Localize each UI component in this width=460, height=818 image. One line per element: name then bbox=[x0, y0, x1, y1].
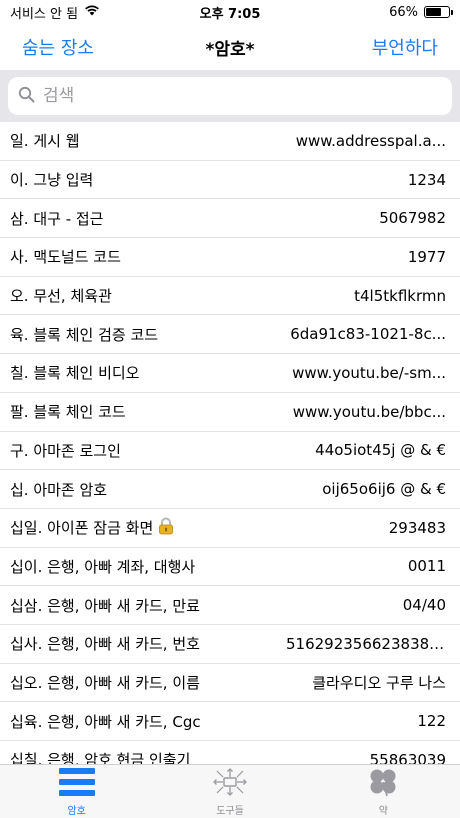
hiding-place-button[interactable]: 숨는 장소 bbox=[22, 34, 94, 60]
item-label: 팔. 블록 체인 코드 bbox=[10, 401, 126, 422]
item-label: 칠. 블록 체인 비디오 bbox=[10, 362, 139, 383]
item-value: www.addresspal.a... bbox=[295, 131, 446, 150]
item-label-text: 칠. 블록 체인 비디오 bbox=[10, 364, 140, 383]
item-label: 구. 아마존 로그인 bbox=[10, 440, 121, 461]
item-label: 십삼. 은행, 아빠 새 카드, 만료 bbox=[10, 595, 200, 616]
list-item[interactable]: 십. 아마존 암호 oij65o6ij6 @ & € bbox=[0, 470, 460, 509]
status-bar: 서비스 안 됨 오후 7:05 66% bbox=[0, 0, 460, 24]
tools-icon bbox=[211, 767, 249, 800]
tab-tools-label: 도구들 bbox=[216, 805, 244, 817]
search-box[interactable] bbox=[8, 77, 452, 115]
search-input[interactable] bbox=[43, 86, 442, 106]
item-label: 십사. 은행, 아빠 새 카드, 번호 bbox=[10, 633, 200, 654]
item-label: 십칠. 은행, 암호 현금 인출기 bbox=[10, 749, 190, 764]
item-value: 04/40 bbox=[402, 596, 446, 615]
item-value: 0011 bbox=[407, 557, 446, 576]
item-value: 6da91c83-1021-8c... bbox=[290, 325, 446, 344]
item-label-text: 삼. 대구 - 접근 bbox=[10, 209, 104, 228]
list-item[interactable]: 십이. 은행, 아빠 계좌, 대행사 0011 bbox=[0, 548, 460, 587]
status-right: 66% bbox=[389, 4, 453, 20]
item-value: 5162923566238382... bbox=[286, 634, 446, 653]
item-label-text: 오. 무선, 체육관 bbox=[10, 287, 112, 306]
search-bar bbox=[0, 70, 460, 122]
list-item[interactable]: 육. 블록 체인 검증 코드 6da91c83-1021-8c... bbox=[0, 315, 460, 355]
status-left: 서비스 안 됨 bbox=[10, 3, 100, 22]
item-label-text: 구. 아마존 로그인 bbox=[10, 441, 121, 460]
item-label-text: 십육. 은행, 아빠 새 카드, Cgc bbox=[10, 712, 201, 731]
carrier-label: 서비스 안 됨 bbox=[10, 6, 79, 22]
battery-icon bbox=[424, 6, 453, 18]
item-value: www.youtu.be/-sm... bbox=[292, 363, 446, 382]
list-item[interactable]: 십육. 은행, 아빠 새 카드, Cgc 122 bbox=[0, 702, 460, 741]
tab-bar: 암호 도구들 약 bbox=[0, 764, 460, 818]
item-value: oij65o6ij6 @ & € bbox=[322, 480, 446, 499]
item-label-text: 육. 블록 체인 검증 코드 bbox=[10, 325, 159, 344]
item-value: t4l5tkflkrmn bbox=[354, 286, 446, 305]
list-item[interactable]: 십삼. 은행, 아빠 새 카드, 만료 04/40 bbox=[0, 586, 460, 625]
item-label-text: 십일. 아이폰 잠금 화면 bbox=[10, 518, 154, 537]
item-value: 122 bbox=[417, 712, 446, 731]
tab-luck[interactable]: 약 bbox=[307, 765, 460, 818]
list-item[interactable]: 삼. 대구 - 접근 5067982 bbox=[0, 199, 460, 239]
item-label-text: 십삼. 은행, 아빠 새 카드, 만료 bbox=[10, 596, 200, 615]
item-label-text: 십이. 은행, 아빠 계좌, 대행사 bbox=[10, 557, 196, 576]
item-label: 육. 블록 체인 검증 코드 bbox=[10, 324, 158, 345]
item-label-text: 십칠. 은행, 암호 현금 인출기 bbox=[10, 751, 191, 764]
tab-passwords[interactable]: 암호 bbox=[0, 765, 153, 818]
list-item[interactable]: 팔. 블록 체인 코드 www.youtu.be/bbc... bbox=[0, 393, 460, 432]
item-label-text: 십사. 은행, 아빠 새 카드, 번호 bbox=[10, 635, 200, 654]
item-label: 삼. 대구 - 접근 bbox=[10, 208, 104, 229]
tab-passwords-label: 암호 bbox=[67, 805, 86, 817]
item-label: 십이. 은행, 아빠 계좌, 대행사 bbox=[10, 556, 195, 577]
item-value: 클라우디오 구루 나스 bbox=[312, 673, 446, 692]
item-label: 십육. 은행, 아빠 새 카드, Cgc bbox=[10, 711, 201, 732]
list-item[interactable]: 구. 아마존 로그인 44o5iot45j @ & € bbox=[0, 432, 460, 471]
item-value: 44o5iot45j @ & € bbox=[315, 441, 446, 460]
navigation-bar: 숨는 장소 *암호* 부언하다 bbox=[0, 24, 460, 70]
list-item[interactable]: 십칠. 은행, 암호 현금 인출기 55863039 bbox=[0, 741, 460, 764]
item-value: 5067982 bbox=[379, 209, 446, 228]
battery-fill bbox=[426, 8, 441, 16]
list-item[interactable]: 십사. 은행, 아빠 새 카드, 번호 5162923566238382... bbox=[0, 625, 460, 664]
item-label-text: 십오. 은행, 아빠 새 카드, 이름 bbox=[10, 673, 200, 692]
item-label: 십일. 아이폰 잠금 화면 bbox=[10, 517, 175, 539]
tab-luck-label: 약 bbox=[378, 805, 388, 817]
item-label-text: 사. 맥도널드 코드 bbox=[10, 248, 121, 267]
list-item[interactable]: 이. 그냥 입력 1234 bbox=[0, 161, 460, 200]
clover-icon bbox=[364, 767, 402, 800]
list-item[interactable]: 칠. 블록 체인 비디오 www.youtu.be/-sm... bbox=[0, 354, 460, 393]
list-item[interactable]: 일. 게시 웹 www.addresspal.a... bbox=[0, 122, 460, 161]
lock-icon bbox=[157, 517, 175, 539]
item-label: 사. 맥도널드 코드 bbox=[10, 246, 121, 267]
password-list: 일. 게시 웹 www.addresspal.a... 이. 그냥 입력 1234 삼.… bbox=[0, 122, 460, 764]
item-label-text: 팔. 블록 체인 코드 bbox=[10, 403, 126, 422]
item-label-text: 십. 아마존 암호 bbox=[10, 480, 108, 499]
list-icon bbox=[58, 767, 96, 800]
item-label: 십오. 은행, 아빠 새 카드, 이름 bbox=[10, 672, 200, 693]
item-label: 일. 게시 웹 bbox=[10, 130, 80, 151]
item-value: 55863039 bbox=[369, 750, 446, 764]
item-label: 오. 무선, 체육관 bbox=[10, 285, 112, 306]
item-label-text: 일. 게시 웹 bbox=[10, 132, 80, 151]
item-value: www.youtu.be/bbc... bbox=[292, 402, 446, 421]
wifi-icon bbox=[84, 4, 100, 20]
item-value: 1234 bbox=[407, 170, 446, 189]
search-icon bbox=[18, 86, 35, 107]
list-item[interactable]: 십오. 은행, 아빠 새 카드, 이름 클라우디오 구루 나스 bbox=[0, 664, 460, 703]
tab-tools[interactable]: 도구들 bbox=[153, 765, 306, 818]
list-item[interactable]: 십일. 아이폰 잠금 화면 293483 bbox=[0, 509, 460, 548]
item-label: 십. 아마존 암호 bbox=[10, 479, 107, 500]
list-item[interactable]: 사. 맥도널드 코드 1977 bbox=[0, 238, 460, 277]
item-label: 이. 그냥 입력 bbox=[10, 169, 93, 190]
item-value: 1977 bbox=[407, 247, 446, 266]
item-value: 293483 bbox=[388, 518, 446, 537]
battery-percent: 66% bbox=[389, 4, 418, 20]
list-item[interactable]: 오. 무선, 체육관 t4l5tkflkrmn bbox=[0, 277, 460, 316]
add-button[interactable]: 부언하다 bbox=[372, 34, 438, 60]
item-label-text: 이. 그냥 입력 bbox=[10, 171, 94, 190]
